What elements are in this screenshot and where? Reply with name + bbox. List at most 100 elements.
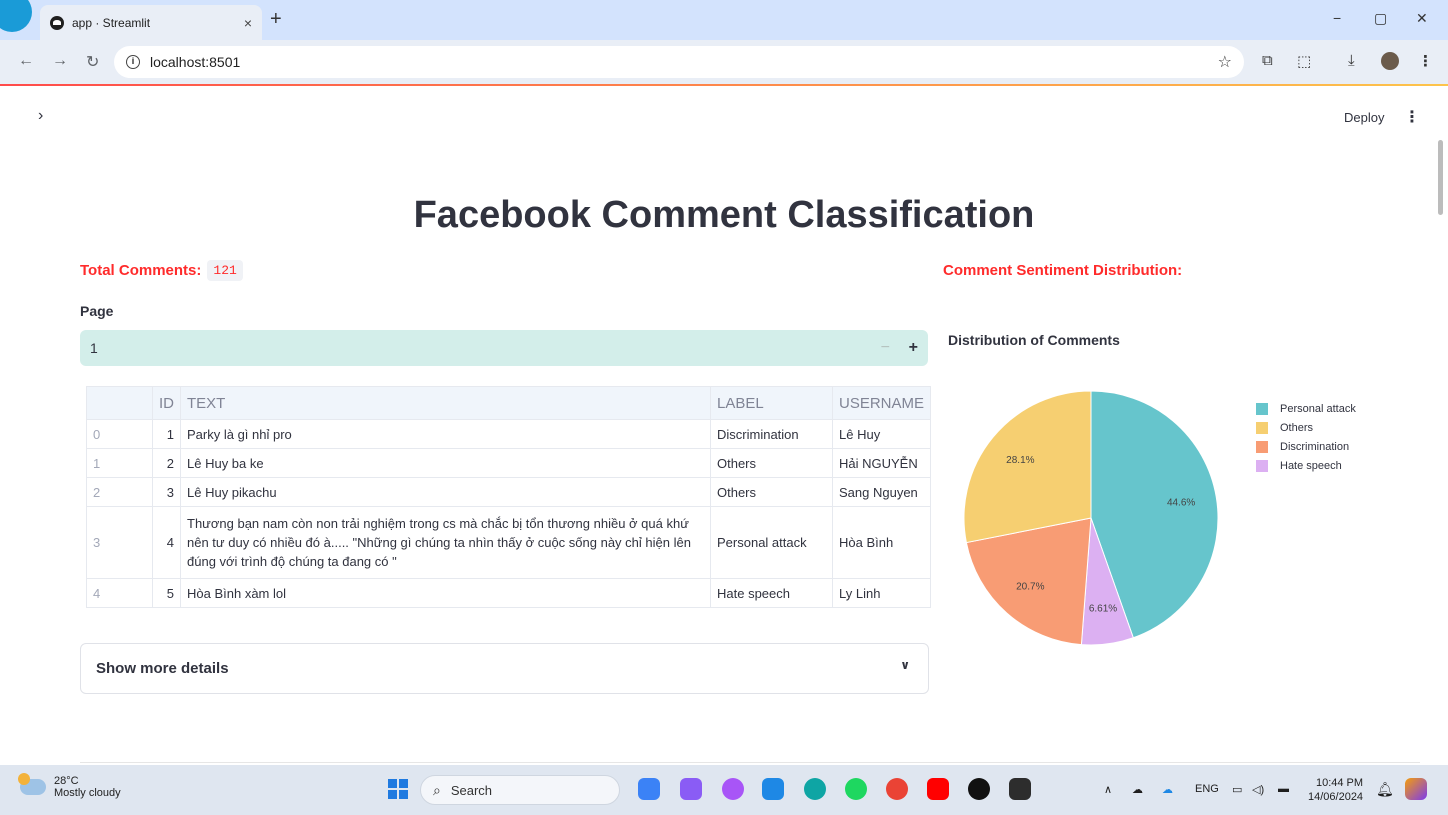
- cell-label: Hate speech: [710, 578, 833, 608]
- legend-label: Personal attack: [1280, 402, 1356, 415]
- windows-start-icon[interactable]: [388, 779, 408, 799]
- weather-condition: Mostly cloudy: [54, 787, 121, 799]
- network-icon[interactable]: ▭: [1232, 783, 1242, 796]
- terminal-icon[interactable]: [1009, 778, 1031, 800]
- table-row[interactable]: 0 1 Parky là gì nhỉ pro Discrimination L…: [86, 419, 932, 449]
- streamlit-favicon-icon: [50, 15, 64, 30]
- increment-button[interactable]: +: [909, 339, 918, 357]
- new-tab-button[interactable]: +: [270, 8, 282, 31]
- clock-time: 10:44 PM: [1315, 777, 1364, 789]
- cell-id: 5: [152, 578, 181, 608]
- table-row[interactable]: 2 3 Lê Huy pikachu Others Sang Nguyen: [86, 477, 932, 507]
- column-header-username[interactable]: USERNAME: [831, 386, 932, 420]
- clock-date: 14/06/2024: [1308, 791, 1364, 803]
- show-more-details-expander[interactable]: Show more details ∨: [80, 643, 929, 694]
- legend-item[interactable]: Discrimination: [1256, 437, 1356, 456]
- streamlit-decoration-bar: [0, 84, 1448, 86]
- pie-chart[interactable]: 44.6% 6.61% 20.7% 28.1%: [940, 370, 1250, 660]
- profile-corner-indicator: [0, 0, 32, 32]
- legend-item[interactable]: Personal attack: [1256, 399, 1356, 418]
- chrome-menu-icon[interactable]: ⋮: [1418, 52, 1433, 70]
- cell-label: Personal attack: [710, 506, 833, 579]
- profile-avatar-icon[interactable]: [1381, 52, 1399, 70]
- cloud-sync-icon[interactable]: ☁: [1132, 783, 1143, 796]
- chart-legend[interactable]: Personal attack Others Discrimination Hate …: [1256, 399, 1356, 475]
- pie-slice-others[interactable]: [963, 390, 1092, 544]
- vscode-icon[interactable]: [762, 778, 784, 800]
- cell-label: Others: [710, 448, 833, 478]
- weather-widget[interactable]: 28°C Mostly cloudy: [18, 773, 121, 799]
- total-comments-value: 121: [207, 260, 243, 281]
- taskbar-search-box[interactable]: ⌕ Search: [420, 775, 620, 805]
- page-number-input[interactable]: 1 − +: [80, 330, 928, 366]
- notification-bell-icon[interactable]: 🔔︎: [1376, 781, 1394, 798]
- table-row[interactable]: 1 2 Lê Huy ba ke Others Hải NGUYỄN: [86, 448, 932, 478]
- spotify-icon[interactable]: [845, 778, 867, 800]
- reload-icon[interactable]: ↻: [86, 52, 99, 72]
- messenger-icon[interactable]: [722, 778, 744, 800]
- cell-text: Lê Huy pikachu: [180, 477, 711, 507]
- legend-swatch: [1256, 440, 1268, 453]
- onedrive-icon[interactable]: ☁: [1162, 783, 1173, 796]
- column-header-index[interactable]: [86, 386, 153, 420]
- browser-tab-active[interactable]: app · Streamlit ×: [40, 5, 262, 40]
- url-field[interactable]: i localhost:8501 ☆: [114, 46, 1244, 78]
- chrome-icon[interactable]: [886, 778, 908, 800]
- url-text: localhost:8501: [150, 54, 241, 70]
- tiktok-icon[interactable]: [968, 778, 990, 800]
- browser-tab-strip: app · Streamlit × + − ▢ ✕: [0, 0, 1448, 40]
- copilot-icon[interactable]: [1405, 778, 1427, 800]
- cell-text: Parky là gì nhỉ pro: [180, 419, 711, 449]
- column-header-text[interactable]: TEXT: [180, 386, 711, 420]
- bookmark-star-icon[interactable]: ☆: [1218, 52, 1232, 72]
- pie-value-label: 44.6%: [1167, 498, 1195, 509]
- forward-arrow-icon[interactable]: →: [52, 52, 68, 70]
- row-index: 2: [86, 477, 153, 507]
- row-index: 1: [86, 448, 153, 478]
- row-index: 3: [86, 506, 153, 579]
- volume-icon[interactable]: ◁): [1252, 783, 1264, 796]
- legend-item[interactable]: Others: [1256, 418, 1356, 437]
- table-row[interactable]: 3 4 Thương bạn nam còn non trải nghiệm t…: [86, 506, 932, 579]
- sidebar-toggle-chevron-icon[interactable]: ›: [38, 107, 43, 125]
- zalo-app-icon[interactable]: [638, 778, 660, 800]
- table-row[interactable]: 4 5 Hòa Bình xàm lol Hate speech Ly Linh: [86, 578, 932, 608]
- site-info-icon[interactable]: i: [126, 55, 140, 69]
- battery-icon[interactable]: ▬: [1278, 783, 1289, 795]
- edge-icon[interactable]: [804, 778, 826, 800]
- partly-cloudy-icon: [18, 773, 46, 795]
- cell-username: Sang Nguyen: [831, 477, 932, 507]
- weather-temperature: 28°C: [54, 775, 79, 787]
- legend-label: Hate speech: [1280, 459, 1342, 472]
- comments-table[interactable]: ID TEXT LABEL USERNAME 0 1 Parky là gì n…: [86, 386, 932, 608]
- column-header-id[interactable]: ID: [152, 386, 181, 420]
- deploy-button[interactable]: Deploy: [1344, 110, 1384, 125]
- maximize-button[interactable]: ▢: [1374, 10, 1387, 27]
- row-index: 4: [86, 578, 153, 608]
- tab-title: app · Streamlit: [72, 15, 151, 30]
- cell-label: Others: [710, 477, 833, 507]
- cell-username: Hòa Bình: [831, 506, 932, 579]
- visual-studio-icon[interactable]: [680, 778, 702, 800]
- decrement-button[interactable]: −: [881, 339, 890, 357]
- translate-icon[interactable]: ⧉: [1262, 52, 1273, 69]
- show-hidden-icons-chevron-icon[interactable]: ∧: [1104, 783, 1112, 796]
- back-arrow-icon[interactable]: ←: [18, 52, 34, 70]
- page-label: Page: [80, 303, 114, 319]
- close-window-button[interactable]: ✕: [1416, 10, 1428, 27]
- legend-label: Discrimination: [1280, 440, 1350, 453]
- extensions-icon[interactable]: ⬚: [1297, 52, 1311, 70]
- column-header-label[interactable]: LABEL: [710, 386, 833, 420]
- download-icon[interactable]: ⤓: [1348, 52, 1355, 69]
- pie-value-label: 6.61%: [1089, 604, 1117, 615]
- minimize-button[interactable]: −: [1333, 10, 1341, 26]
- cell-id: 4: [152, 506, 181, 579]
- tab-close-icon[interactable]: ×: [244, 15, 252, 31]
- system-clock[interactable]: 10:44 PM 14/06/2024: [1308, 776, 1363, 804]
- legend-item[interactable]: Hate speech: [1256, 456, 1356, 475]
- main-menu-icon[interactable]: ⋮: [1404, 107, 1420, 127]
- youtube-icon[interactable]: [927, 778, 949, 800]
- legend-swatch: [1256, 459, 1268, 472]
- language-indicator[interactable]: ENG: [1195, 783, 1219, 795]
- page-title: Facebook Comment Classification: [413, 194, 1035, 236]
